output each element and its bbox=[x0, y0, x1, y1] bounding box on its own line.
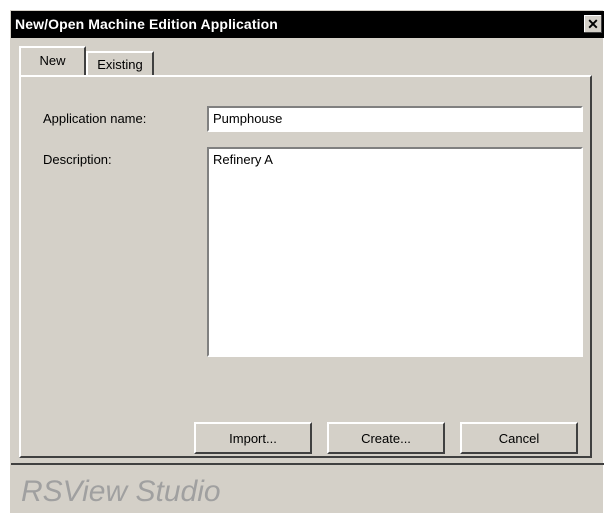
description-label: Description: bbox=[43, 152, 112, 167]
application-name-label: Application name: bbox=[43, 111, 147, 126]
title-bar: New/Open Machine Edition Application ✕ bbox=[11, 11, 604, 38]
window-title: New/Open Machine Edition Application bbox=[15, 16, 278, 32]
import-button[interactable]: Import... bbox=[194, 422, 312, 454]
brand-label: RSView Studio bbox=[21, 475, 221, 508]
application-name-field[interactable]: Pumphouse bbox=[207, 106, 583, 132]
tab-panel-new: Application name: Pumphouse Description:… bbox=[19, 75, 592, 458]
tab-new[interactable]: New bbox=[19, 46, 86, 75]
footer-divider bbox=[11, 463, 604, 465]
close-button[interactable]: ✕ bbox=[584, 15, 602, 33]
dialog-window: New/Open Machine Edition Application ✕ N… bbox=[10, 10, 604, 513]
cancel-button[interactable]: Cancel bbox=[460, 422, 578, 454]
close-icon: ✕ bbox=[587, 16, 599, 32]
description-field[interactable]: Refinery A bbox=[207, 147, 583, 357]
tab-existing[interactable]: Existing bbox=[86, 51, 154, 75]
create-button[interactable]: Create... bbox=[327, 422, 445, 454]
